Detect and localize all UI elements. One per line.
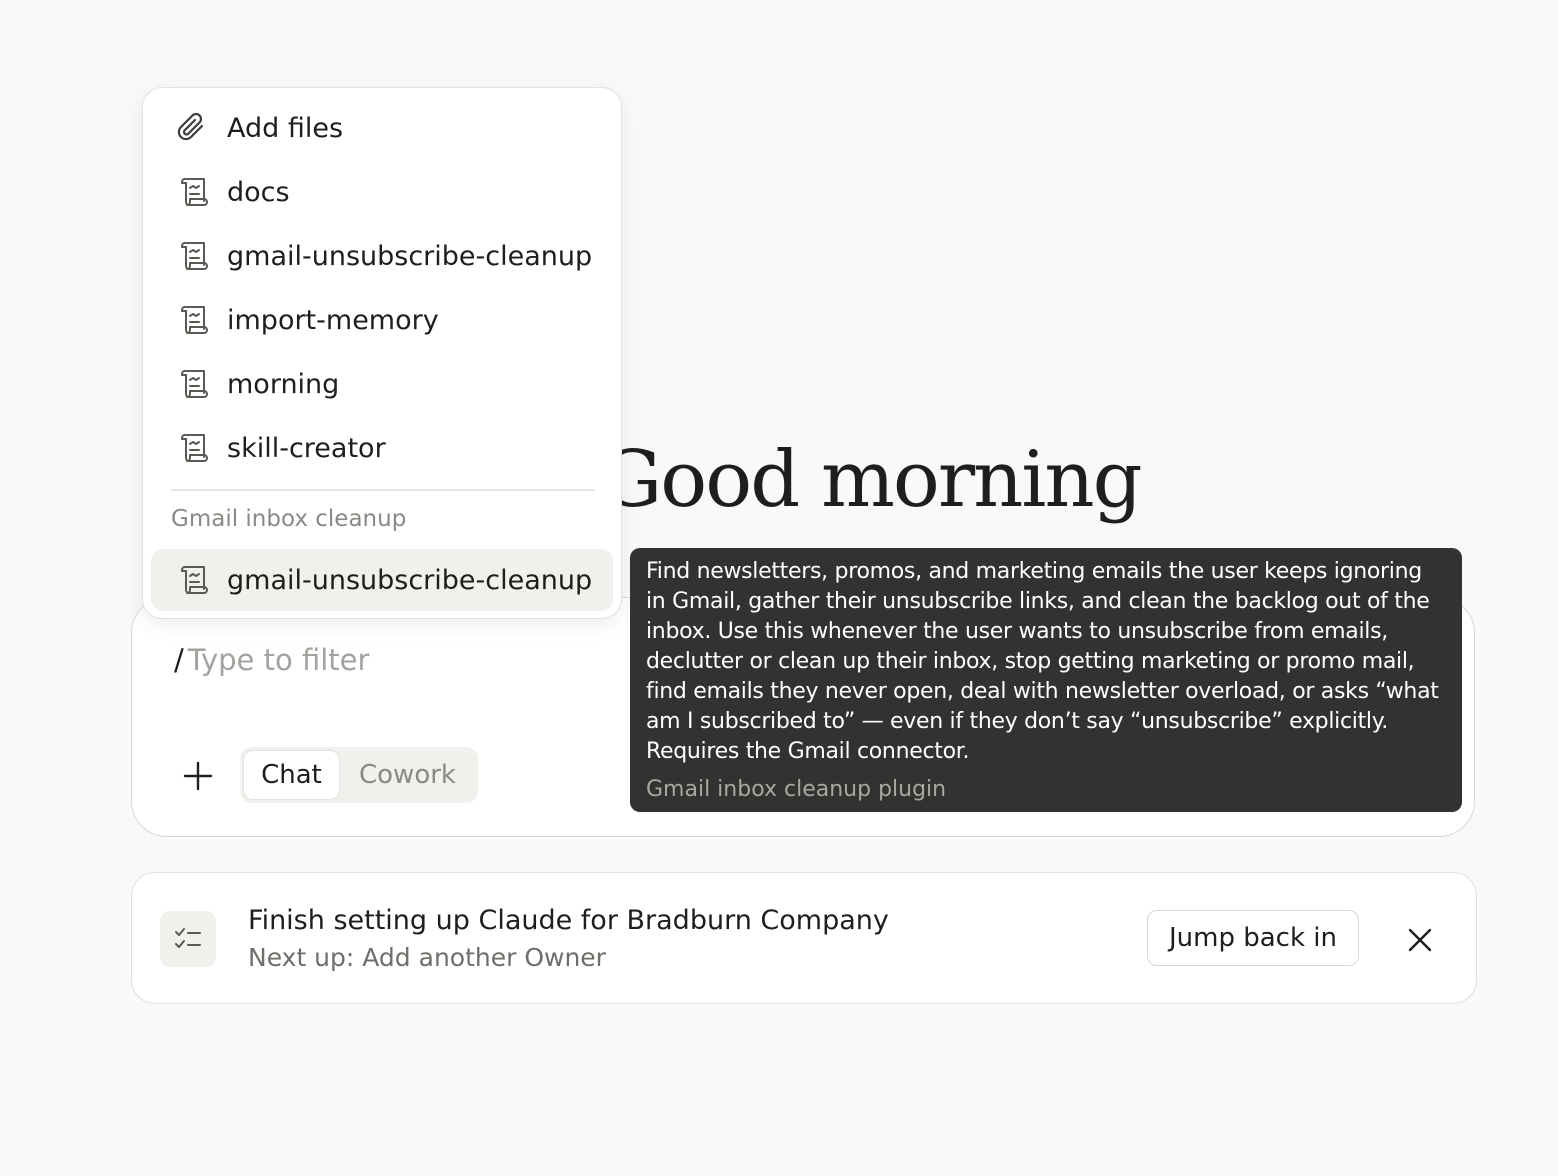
filter-input[interactable]: / Type to filter bbox=[174, 638, 369, 682]
paperclip-icon bbox=[173, 108, 213, 148]
menu-item-add-files[interactable]: Add files bbox=[151, 97, 613, 159]
scroll-icon bbox=[173, 364, 213, 404]
tooltip-description: Find newsletters, promos, and marketing … bbox=[646, 559, 1439, 764]
slash-command-menu: Add files docs gmail-unsubscribe-cleanup bbox=[142, 87, 622, 619]
menu-divider bbox=[171, 489, 595, 491]
mode-toggle: Chat Cowork bbox=[240, 747, 478, 803]
menu-item-plugin-gmail-unsubscribe-cleanup[interactable]: gmail-unsubscribe-cleanup bbox=[151, 549, 613, 611]
menu-item-skill-creator[interactable]: skill-creator bbox=[151, 417, 613, 479]
mode-cowork-tab[interactable]: Cowork bbox=[340, 750, 475, 800]
menu-item-label: skill-creator bbox=[227, 432, 386, 464]
jump-back-in-button[interactable]: Jump back in bbox=[1147, 910, 1359, 966]
menu-item-docs[interactable]: docs bbox=[151, 161, 613, 223]
scroll-icon bbox=[173, 428, 213, 468]
add-button[interactable] bbox=[176, 754, 220, 798]
menu-item-label: docs bbox=[227, 176, 290, 208]
scroll-icon bbox=[173, 236, 213, 276]
menu-item-label: import-memory bbox=[227, 304, 439, 336]
checklist-icon bbox=[160, 911, 216, 967]
greeting-heading: Good morning bbox=[600, 435, 1143, 525]
scroll-icon bbox=[173, 560, 213, 600]
filter-placeholder: Type to filter bbox=[187, 643, 370, 677]
scroll-icon bbox=[173, 300, 213, 340]
menu-item-gmail-unsubscribe-cleanup[interactable]: gmail-unsubscribe-cleanup bbox=[151, 225, 613, 287]
setup-card-subtitle: Next up: Add another Owner bbox=[248, 943, 606, 972]
skill-tooltip: Find newsletters, promos, and marketing … bbox=[630, 548, 1462, 812]
menu-section-title: Gmail inbox cleanup bbox=[171, 506, 407, 532]
menu-item-label: gmail-unsubscribe-cleanup bbox=[227, 564, 593, 596]
tooltip-source: Gmail inbox cleanup plugin bbox=[646, 777, 947, 802]
setup-card: Finish setting up Claude for Bradburn Co… bbox=[131, 872, 1477, 1004]
close-icon bbox=[1408, 928, 1432, 952]
mode-chat-tab[interactable]: Chat bbox=[243, 750, 340, 800]
scroll-icon bbox=[173, 172, 213, 212]
menu-item-label: gmail-unsubscribe-cleanup bbox=[227, 240, 593, 272]
setup-card-title: Finish setting up Claude for Bradburn Co… bbox=[248, 905, 889, 936]
menu-item-label: Add files bbox=[227, 112, 344, 144]
menu-item-morning[interactable]: morning bbox=[151, 353, 613, 415]
plus-icon bbox=[183, 761, 213, 791]
slash-prefix: / bbox=[174, 643, 184, 677]
menu-item-label: morning bbox=[227, 368, 340, 400]
dismiss-button[interactable] bbox=[1398, 918, 1442, 962]
menu-item-import-memory[interactable]: import-memory bbox=[151, 289, 613, 351]
